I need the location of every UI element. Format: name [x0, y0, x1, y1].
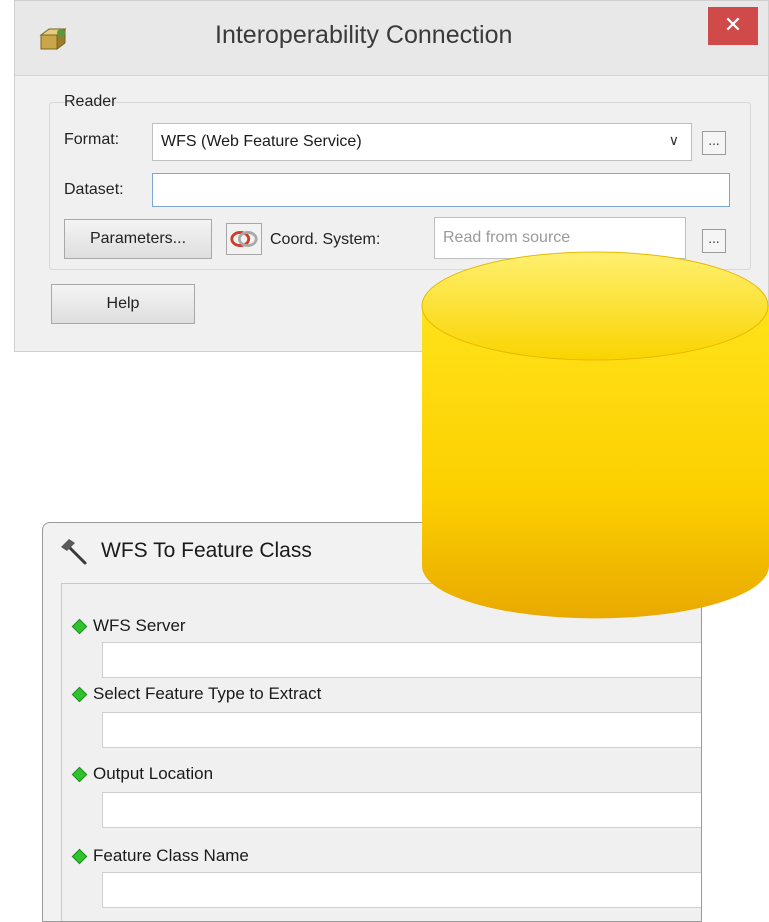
parameters-button[interactable]: Parameters...: [64, 219, 212, 259]
output-location-input[interactable]: [102, 792, 701, 828]
required-indicator-icon: [71, 766, 88, 782]
format-select[interactable]: WFS (Web Feature Service) ∨: [152, 123, 692, 161]
feature-class-name-input[interactable]: [102, 872, 701, 908]
help-button[interactable]: Help: [51, 284, 195, 324]
param-label: Output Location: [93, 764, 214, 783]
database-icon: [421, 251, 769, 619]
dialog-title: Interoperability Connection: [215, 21, 513, 49]
param-label: Select Feature Type to Extract: [93, 684, 322, 703]
required-indicator-icon: [71, 618, 88, 634]
wfs-server-input[interactable]: [102, 642, 701, 678]
coordinate-system-icon[interactable]: [226, 223, 262, 255]
format-browse-button[interactable]: ...: [702, 131, 726, 155]
chevron-down-icon[interactable]: ∨: [669, 132, 679, 149]
tool-title: WFS To Feature Class: [101, 539, 312, 562]
tool-parameters-panel: WFS Server Select Feature Type to Extrac…: [61, 583, 701, 921]
feature-type-input[interactable]: [102, 712, 701, 748]
reader-group: Reader Format: WFS (Web Feature Service)…: [49, 93, 751, 270]
app-icon: [39, 28, 67, 50]
format-value: WFS (Web Feature Service): [161, 133, 362, 150]
dataset-label: Dataset:: [64, 181, 124, 198]
close-button[interactable]: ✕: [708, 7, 758, 45]
required-indicator-icon: [71, 686, 88, 702]
hammer-icon: [61, 539, 87, 565]
coord-system-label: Coord. System:: [270, 231, 381, 248]
param-label: WFS Server: [93, 616, 186, 635]
required-indicator-icon: [71, 848, 88, 864]
reader-group-label: Reader: [64, 93, 117, 110]
param-label: Feature Class Name: [93, 846, 249, 865]
coord-system-placeholder: Read from source: [443, 229, 571, 246]
close-icon: ✕: [723, 13, 743, 38]
dataset-input[interactable]: [152, 173, 730, 207]
format-label: Format:: [64, 131, 120, 148]
dialog-title-bar[interactable]: Interoperability Connection ✕: [15, 1, 768, 75]
